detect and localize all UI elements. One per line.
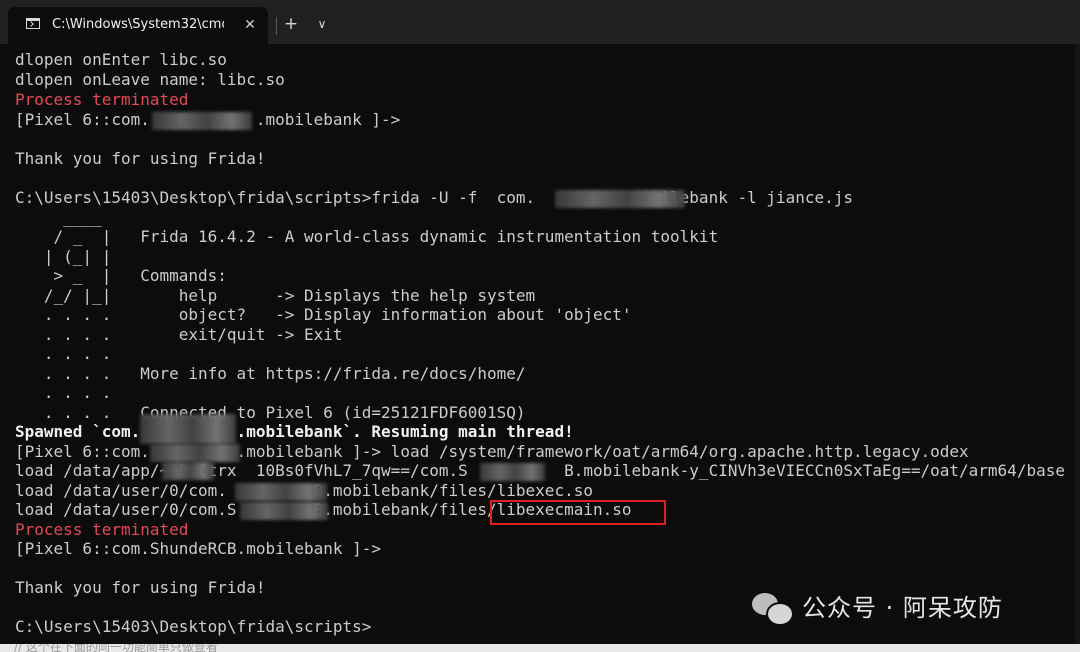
- tab-divider: [276, 17, 277, 35]
- redaction-blur: [152, 112, 252, 130]
- redaction-blur: [162, 462, 214, 480]
- command-prompt[interactable]: C:\Users\15403\Desktop\frida\scripts>: [15, 617, 371, 637]
- terminal-line: dlopen onLeave name: libc.so: [15, 70, 285, 89]
- scrollbar-track[interactable]: [1075, 44, 1080, 644]
- tab-title: C:\Windows\System32\cmd.e: [52, 17, 224, 32]
- title-bar: C:\Windows\System32\cmd.e ✕ + ∨: [0, 0, 1080, 44]
- frida-commands-line: > _ | Commands:: [15, 266, 227, 285]
- highlight-box: [490, 500, 666, 525]
- terminal-line: Thank you for using Frida!: [15, 149, 266, 168]
- frida-banner-line: / _ | Frida 16.4.2 - A world-class dynam…: [15, 227, 719, 246]
- terminal-window: C:\Windows\System32\cmd.e ✕ + ∨ dlopen o…: [0, 0, 1080, 652]
- terminal-icon: [26, 18, 40, 29]
- terminal-line: [Pixel 6::com.ShundeRCB.mobilebank ]->: [15, 539, 382, 558]
- bottom-strip: // 这个在下面的同一功能简单只做查看: [0, 644, 1080, 652]
- watermark: 公众号 · 阿呆攻防: [752, 585, 1003, 631]
- frida-logo-line: . . . .: [15, 344, 112, 363]
- frida-commands-line: /_/ |_| help -> Displays the help system: [15, 286, 536, 305]
- chevron-down-icon[interactable]: ∨: [311, 13, 333, 35]
- frida-info-line: . . . . More info at https://frida.re/do…: [15, 364, 526, 383]
- bottom-strip-text: // 这个在下面的同一功能简单只做查看: [14, 644, 218, 652]
- terminal-line: dlopen onEnter libc.so: [15, 50, 227, 69]
- watermark-text: 公众号 · 阿呆攻防: [802, 594, 1003, 622]
- frida-connected-line: . . . . Connected to Pixel 6 (id=25121FD…: [15, 403, 526, 422]
- redaction-blur: [140, 414, 236, 444]
- wechat-bubble-small: [766, 602, 794, 626]
- frida-logo-line: | (_| |: [15, 247, 112, 266]
- tab-cmd[interactable]: C:\Windows\System32\cmd.e ✕: [8, 7, 268, 44]
- redaction-blur: [150, 444, 240, 462]
- frida-commands-line: . . . . exit/quit -> Exit: [15, 325, 343, 344]
- terminal-output[interactable]: dlopen onEnter libc.so dlopen onLeave na…: [0, 44, 1080, 644]
- frida-commands-line: . . . . object? -> Display information a…: [15, 305, 632, 324]
- terminal-line-error: Process terminated: [15, 520, 189, 539]
- terminal-line: Thank you for using Frida!: [15, 578, 266, 597]
- new-tab-button[interactable]: +: [280, 13, 302, 35]
- terminal-line-spawned: Spawned `com. .mobilebank`. Resuming mai…: [15, 422, 574, 441]
- redaction-blur: [480, 463, 545, 481]
- wechat-icon: [752, 591, 794, 626]
- terminal-line-command: C:\Users\15403\Desktop\frida\scripts>fri…: [15, 188, 854, 207]
- redaction-blur: [240, 502, 328, 520]
- terminal-line-error: Process terminated: [15, 90, 189, 109]
- frida-logo-line: . . . .: [15, 383, 112, 402]
- redaction-blur: [555, 190, 685, 208]
- close-icon[interactable]: ✕: [240, 15, 260, 35]
- frida-logo-line: ____: [15, 208, 102, 227]
- redaction-blur: [235, 483, 327, 501]
